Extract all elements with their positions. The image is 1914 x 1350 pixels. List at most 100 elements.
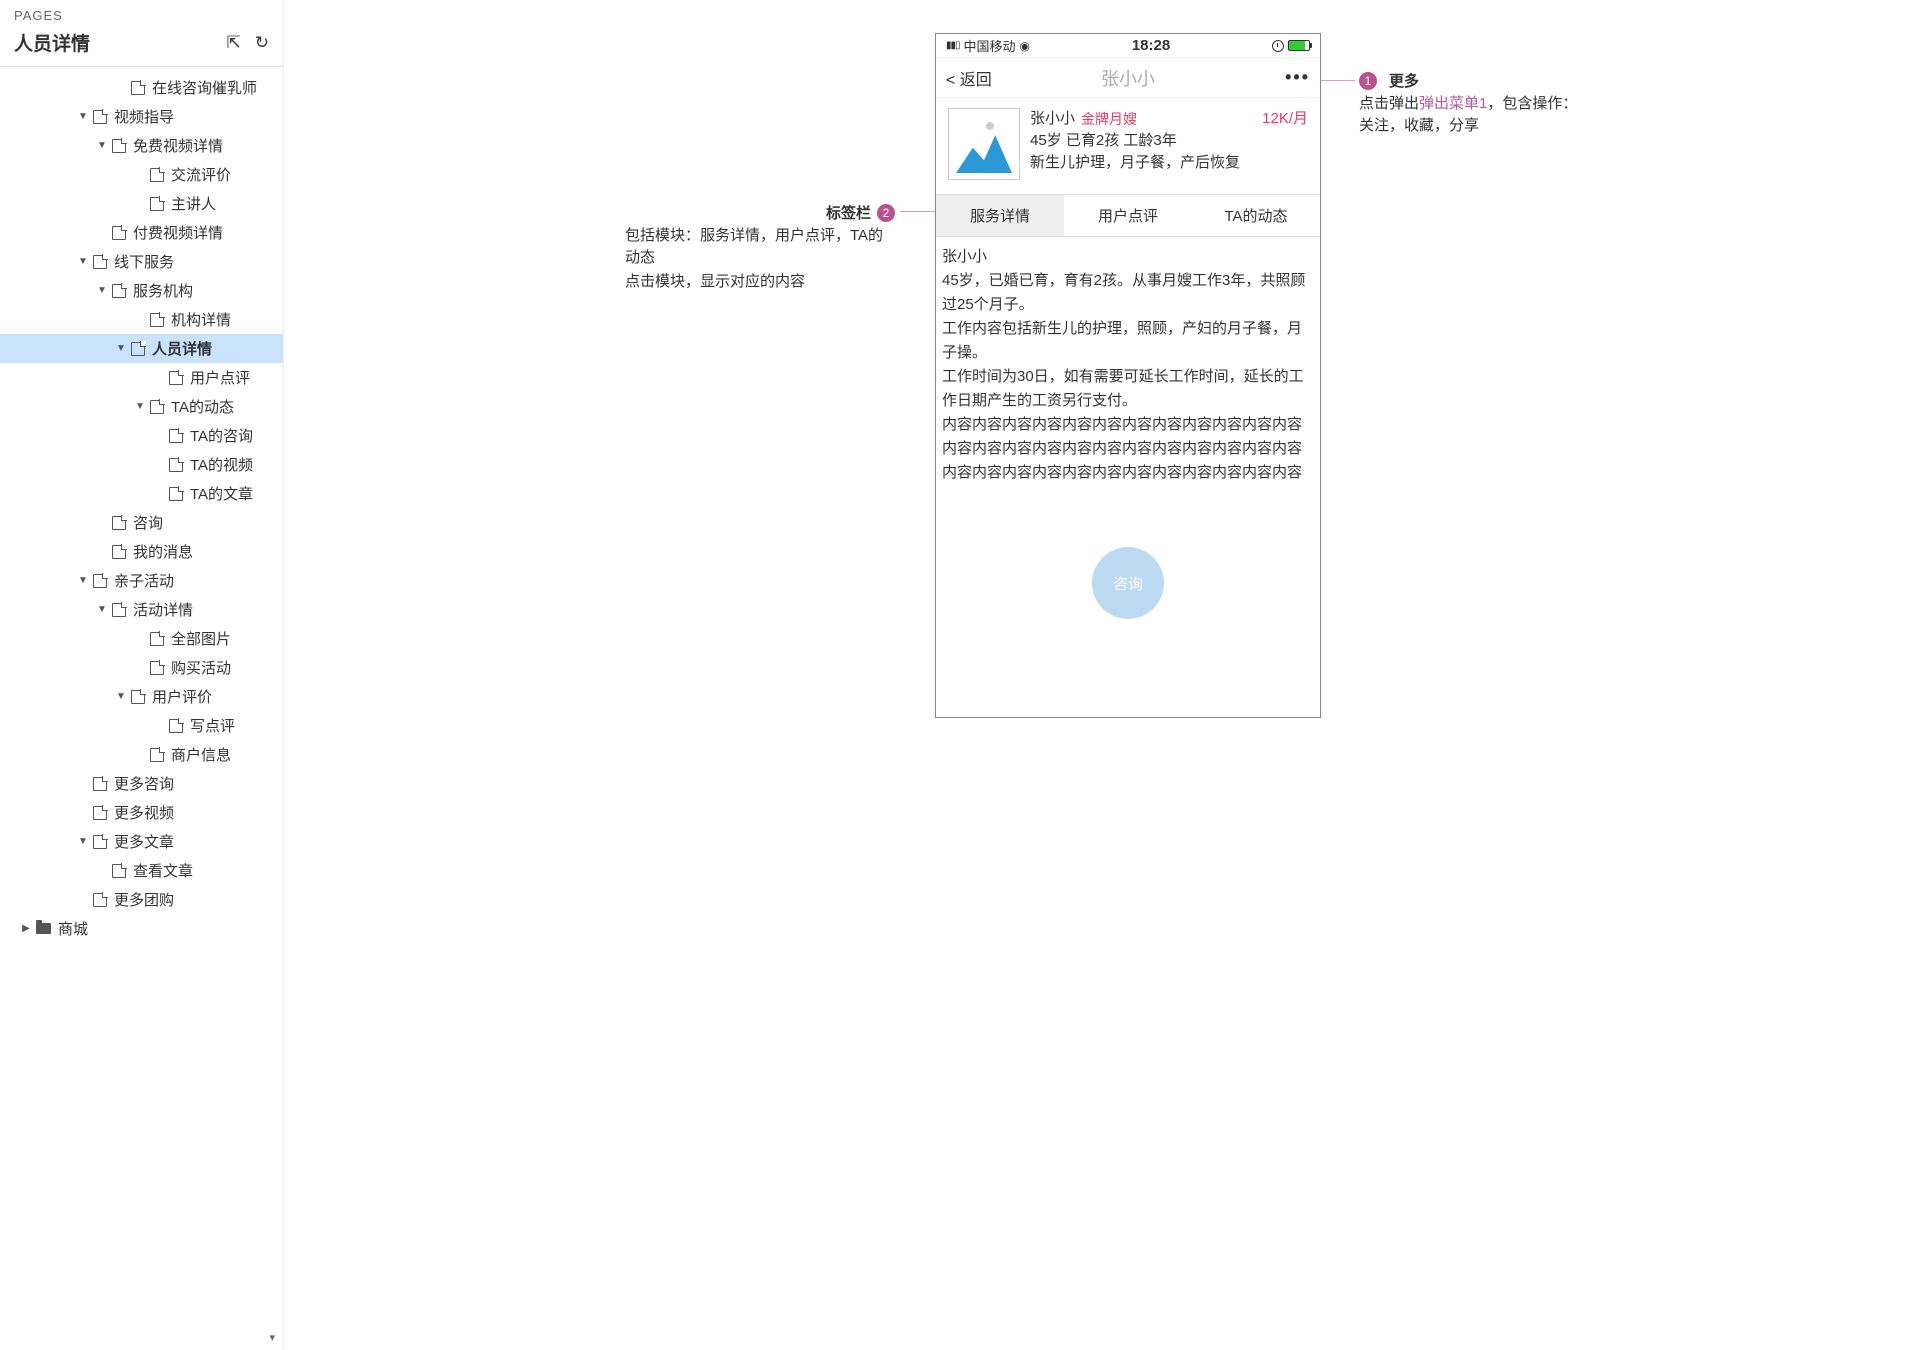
- page-icon: [93, 777, 107, 791]
- tab-user-reviews[interactable]: 用户点评: [1064, 195, 1192, 236]
- tree-item-label: 更多文章: [114, 831, 174, 852]
- tree-item[interactable]: ▼TA的文章: [0, 479, 283, 508]
- tree-item[interactable]: ▼ 更多文章: [0, 827, 283, 856]
- tree-item-label: 免费视频详情: [133, 135, 223, 156]
- annotation-2-title: 标签栏: [826, 202, 871, 223]
- tree-item[interactable]: ▼用户点评: [0, 363, 283, 392]
- consult-button[interactable]: 咨询: [1092, 547, 1164, 619]
- annotation-1-desc: 点击弹出弹出菜单1，包含操作：关注，收藏，分享: [1359, 93, 1589, 137]
- tree-item-label: 亲子活动: [114, 570, 174, 591]
- tree-item[interactable]: ▼ 免费视频详情: [0, 131, 283, 160]
- annotation-2-badge: 2: [877, 204, 895, 222]
- tree-item[interactable]: ▼更多视频: [0, 798, 283, 827]
- tree-caret-icon[interactable]: ▼: [96, 285, 108, 296]
- tree-item[interactable]: ▼TA的咨询: [0, 421, 283, 450]
- tree-item[interactable]: ▼TA的视频: [0, 450, 283, 479]
- tree-item[interactable]: ▼更多咨询: [0, 769, 283, 798]
- tree-caret-icon[interactable]: ▼: [77, 575, 89, 586]
- tab-activity[interactable]: TA的动态: [1192, 195, 1320, 236]
- tree-item-label: 查看文章: [133, 860, 193, 881]
- pages-tree[interactable]: ▼在线咨询催乳师▼视频指导▼免费视频详情▼交流评价▼主讲人▼付费视频详情▼线下服…: [0, 67, 283, 1350]
- tree-item-label: 主讲人: [171, 193, 216, 214]
- annotation-2-desc-1: 包括模块：服务详情，用户点评，TA的动态: [625, 225, 895, 269]
- page-icon: [93, 835, 107, 849]
- tree-caret-icon[interactable]: ▼: [96, 604, 108, 615]
- current-page-title: 人员详情: [14, 29, 90, 56]
- share-icon[interactable]: ⇱: [227, 33, 241, 53]
- tree-item[interactable]: ▼ 亲子活动: [0, 566, 283, 595]
- page-icon: [93, 255, 107, 269]
- tree-item[interactable]: ▼线下服务: [0, 247, 283, 276]
- tree-item[interactable]: ▼服务机构: [0, 276, 283, 305]
- tree-item[interactable]: ▼更多团购: [0, 885, 283, 914]
- tree-item-label: 交流评价: [171, 164, 231, 185]
- tree-item[interactable]: ▼ 人员详情: [0, 334, 283, 363]
- tree-item-label: 机构详情: [171, 309, 231, 330]
- page-icon: [93, 806, 107, 820]
- tree-item[interactable]: ▼在线咨询催乳师: [0, 73, 283, 102]
- tree-item[interactable]: ▼咨询: [0, 508, 283, 537]
- back-label: 返回: [960, 72, 992, 89]
- tree-caret-icon[interactable]: ▼: [115, 691, 127, 702]
- tree-item-label: 全部图片: [171, 628, 231, 649]
- tree-item[interactable]: ▼视频指导: [0, 102, 283, 131]
- tree-caret-icon[interactable]: ▼: [96, 140, 108, 151]
- tree-item-label: TA的动态: [171, 396, 234, 417]
- tree-item-label: TA的咨询: [190, 425, 253, 446]
- refresh-icon[interactable]: ↻: [255, 33, 269, 53]
- tree-item[interactable]: ▼主讲人: [0, 189, 283, 218]
- tree-item[interactable]: ▼写点评: [0, 711, 283, 740]
- tree-item-label: TA的视频: [190, 454, 253, 475]
- status-time: 18:28: [1030, 37, 1272, 54]
- page-icon: [93, 110, 107, 124]
- page-title-row: 人员详情 ⇱ ↻: [0, 25, 283, 67]
- tree-item-label: 我的消息: [133, 541, 193, 562]
- tree-item[interactable]: ▼查看文章: [0, 856, 283, 885]
- tree-item-label: 付费视频详情: [133, 222, 223, 243]
- tree-item-label: 在线咨询催乳师: [152, 77, 257, 98]
- page-icon: [150, 632, 164, 646]
- tree-item-label: 用户评价: [152, 686, 212, 707]
- tree-caret-icon[interactable]: ▼: [134, 401, 146, 412]
- tree-item[interactable]: ▼购买活动: [0, 653, 283, 682]
- tree-caret-icon[interactable]: ▼: [77, 836, 89, 847]
- back-button[interactable]: < 返回: [946, 66, 992, 90]
- carrier-label: 中国移动: [964, 36, 1016, 55]
- page-icon: [131, 690, 145, 704]
- status-right: [1272, 40, 1310, 52]
- tree-item[interactable]: ▼商户信息: [0, 740, 283, 769]
- annotation-1-link[interactable]: 弹出菜单1: [1419, 95, 1487, 112]
- tab-service-detail[interactable]: 服务详情: [936, 195, 1064, 236]
- tree-caret-icon[interactable]: ▼: [115, 343, 127, 354]
- pages-sidebar: PAGES 人员详情 ⇱ ↻ ▼在线咨询催乳师▼视频指导▼免费视频详情▼交流评价…: [0, 0, 284, 1350]
- page-icon: [169, 458, 183, 472]
- tree-item[interactable]: ▼付费视频详情: [0, 218, 283, 247]
- tree-item[interactable]: ▼ 用户评价: [0, 682, 283, 711]
- page-icon: [112, 603, 126, 617]
- tree-item[interactable]: ▶商城: [0, 914, 283, 943]
- tab-bar: 服务详情 用户点评 TA的动态: [936, 194, 1320, 237]
- annotation-1-title: 更多: [1389, 70, 1419, 91]
- design-canvas: ▮▮▯ 中国移动 ◉ 18:28 < 返回 张小小 ••• 张小小 金牌月嫂: [284, 0, 1914, 1350]
- tree-caret-icon[interactable]: ▼: [77, 256, 89, 267]
- profile-card: 张小小 金牌月嫂 12K/月 45岁 已育2孩 工龄3年 新生儿护理，月子餐，产…: [936, 98, 1320, 194]
- avatar-wrapper: [948, 108, 1030, 180]
- expand-caret-icon[interactable]: ▾: [269, 1331, 275, 1344]
- tree-item-label: 购买活动: [171, 657, 231, 678]
- tree-caret-icon[interactable]: ▼: [77, 111, 89, 122]
- tree-item[interactable]: ▼活动详情: [0, 595, 283, 624]
- page-icon: [93, 574, 107, 588]
- tree-caret-icon[interactable]: ▶: [20, 923, 32, 934]
- alarm-icon: [1272, 40, 1284, 52]
- page-icon: [169, 487, 183, 501]
- tree-item[interactable]: ▼ TA的动态: [0, 392, 283, 421]
- battery-icon: [1288, 40, 1310, 51]
- tree-item[interactable]: ▼交流评价: [0, 160, 283, 189]
- more-button[interactable]: •••: [1285, 67, 1310, 88]
- tree-item-label: 人员详情: [152, 338, 212, 359]
- detail-paragraph: 45岁，已婚已育，育有2孩。从事月嫂工作3年，共照顾过25个月子。: [942, 269, 1314, 317]
- tree-item[interactable]: ▼全部图片: [0, 624, 283, 653]
- tree-item[interactable]: ▼我的消息: [0, 537, 283, 566]
- tree-item[interactable]: ▼机构详情: [0, 305, 283, 334]
- detail-body: 张小小45岁，已婚已育，育有2孩。从事月嫂工作3年，共照顾过25个月子。工作内容…: [936, 237, 1320, 493]
